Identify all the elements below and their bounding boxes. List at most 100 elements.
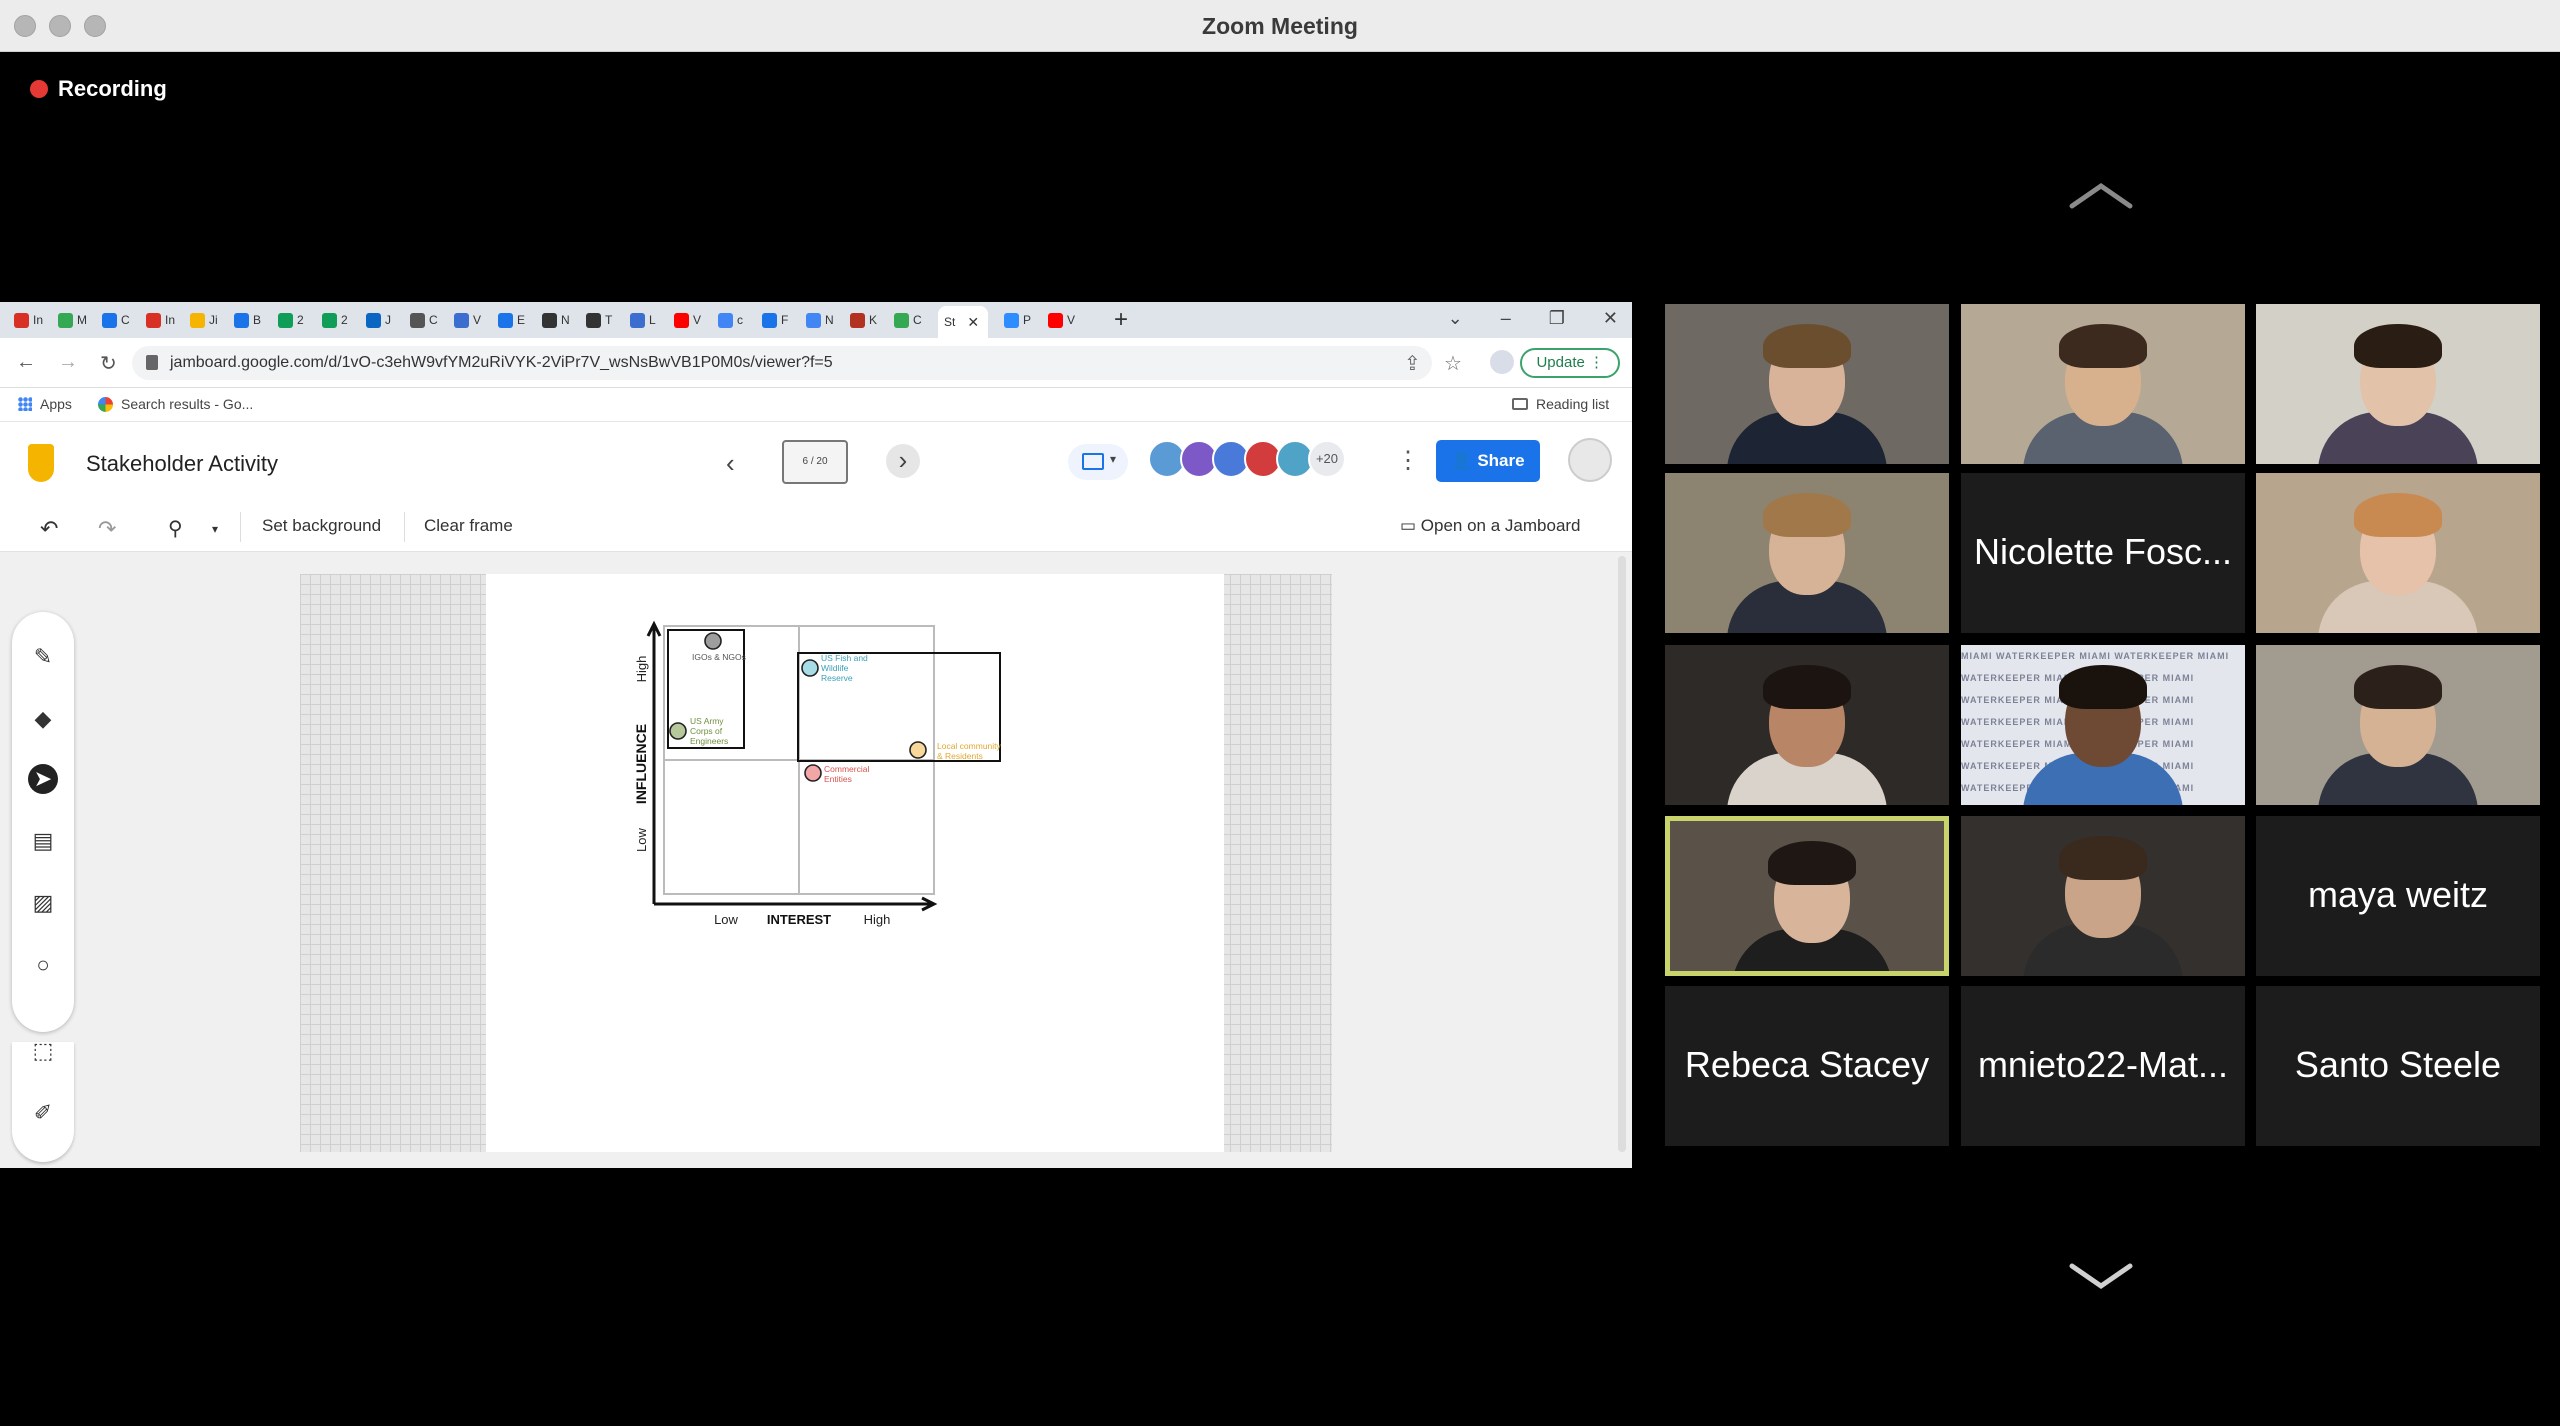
participant-name-tile[interactable]: maya weitz: [2256, 816, 2540, 976]
clear-frame-button[interactable]: Clear frame: [424, 516, 513, 536]
browser-tab[interactable]: M: [58, 307, 102, 333]
browser-tab[interactable]: L: [630, 307, 674, 333]
y-low-label: Low: [634, 827, 649, 851]
browser-tab[interactable]: K: [850, 307, 894, 333]
address-bar[interactable]: jamboard.google.com/d/1vO-c3ehW9vfYM2uRi…: [132, 346, 1432, 380]
browser-tab[interactable]: T: [586, 307, 630, 333]
bookmark-star-icon[interactable]: ☆: [1444, 351, 1462, 376]
sticky-note-icon[interactable]: ▤: [28, 826, 58, 856]
x-high-label: High: [864, 912, 891, 927]
participant-video-tile[interactable]: [1961, 816, 2245, 976]
gallery-scroll-down-icon[interactable]: [2066, 1256, 2136, 1296]
back-icon[interactable]: ←: [16, 351, 36, 376]
forward-icon[interactable]: →: [58, 351, 78, 376]
browser-tab[interactable]: In: [14, 307, 58, 333]
participant-video-tile[interactable]: [1665, 304, 1949, 464]
participant-video-tile[interactable]: MIAMI WATERKEEPER MIAMI WATERKEEPER MIAM…: [1961, 645, 2245, 805]
browser-tab[interactable]: V: [454, 307, 498, 333]
participant-name-tile[interactable]: mnieto22-Mat...: [1961, 986, 2245, 1146]
participant-video-tile[interactable]: [1665, 473, 1949, 633]
tab-title: M: [77, 313, 87, 327]
present-button[interactable]: ▾: [1068, 444, 1128, 480]
jam-frame: INFLUENCE High Low Low INTEREST High IGOs & NG…: [486, 574, 1224, 1152]
browser-tab[interactable]: Ji: [190, 307, 234, 333]
reload-icon[interactable]: ↻: [100, 351, 117, 376]
laser-icon[interactable]: ✐: [28, 1098, 58, 1128]
recording-dot-icon: [30, 80, 48, 98]
share-page-icon[interactable]: ⇪: [1404, 351, 1421, 376]
select-pointer-icon[interactable]: ➤: [28, 764, 58, 794]
participant-name-tile[interactable]: Rebeca Stacey: [1665, 986, 1949, 1146]
participant-hair: [2059, 324, 2147, 368]
browser-tab[interactable]: J: [366, 307, 410, 333]
participant-video-tile[interactable]: [1961, 304, 2245, 464]
account-avatar[interactable]: [1568, 438, 1612, 482]
browser-tab[interactable]: P: [1004, 307, 1048, 333]
apps-grid-icon: [18, 397, 32, 411]
stakeholder-label: Wildlife: [821, 663, 849, 673]
participant-video-tile[interactable]: [1665, 816, 1949, 976]
undo-icon[interactable]: ↶: [40, 516, 58, 542]
participant-hair: [2354, 665, 2442, 709]
open-on-jamboard-button[interactable]: ▭ Open on a Jamboard: [1400, 516, 1581, 536]
bookmark-apps[interactable]: Apps: [18, 396, 72, 412]
browser-tab[interactable]: B: [234, 307, 278, 333]
canvas-scrollbar[interactable]: [1618, 556, 1626, 1152]
browser-tab[interactable]: V: [1048, 307, 1092, 333]
close-browser-icon[interactable]: ✕: [1603, 308, 1618, 329]
reading-list-button[interactable]: Reading list: [1512, 396, 1609, 412]
next-frame-icon[interactable]: ›: [886, 444, 920, 478]
eraser-icon[interactable]: ◆: [28, 704, 58, 734]
close-tab-icon[interactable]: ✕: [967, 314, 979, 331]
circle-shape-icon[interactable]: ○: [28, 950, 58, 980]
tab-favicon-icon: [58, 312, 73, 328]
browser-tab[interactable]: E: [498, 307, 542, 333]
previous-frame-icon[interactable]: ‹: [726, 448, 735, 479]
zoom-icon[interactable]: ⚲: [168, 516, 183, 541]
browser-tab[interactable]: C: [894, 307, 938, 333]
browser-tab[interactable]: 2: [278, 307, 322, 333]
browser-tab-active[interactable]: St ✕: [938, 306, 988, 338]
share-button[interactable]: 👤 Share: [1436, 440, 1540, 482]
tab-title: T: [605, 313, 613, 327]
minimize-icon[interactable]: –: [1501, 308, 1511, 329]
redo-icon[interactable]: ↷: [98, 516, 116, 542]
participant-name-tile[interactable]: Santo Steele: [2256, 986, 2540, 1146]
set-background-button[interactable]: Set background: [262, 516, 381, 536]
participant-video-tile[interactable]: [2256, 645, 2540, 805]
browser-tab[interactable]: c: [718, 307, 762, 333]
active-tab-title: St: [944, 315, 956, 329]
participant-name: Santo Steele: [2294, 1044, 2502, 1085]
participant-video-tile[interactable]: [1665, 645, 1949, 805]
participant-video-tile[interactable]: [2256, 473, 2540, 633]
tab-search-icon[interactable]: ⌄: [1448, 308, 1463, 329]
tab-favicon-icon: [1048, 312, 1063, 328]
pen-icon[interactable]: ✎: [28, 642, 58, 672]
image-icon[interactable]: ▨: [28, 888, 58, 918]
frame-bar-toggle[interactable]: 6 / 20: [782, 440, 848, 484]
zoom-dropdown-icon[interactable]: ▾: [212, 522, 218, 536]
browser-tab[interactable]: 2: [322, 307, 366, 333]
stakeholder-label: IGOs & NGOs: [692, 652, 746, 662]
browser-tab[interactable]: V: [674, 307, 718, 333]
participant-name-tile[interactable]: Nicolette Fosc...: [1961, 473, 2245, 633]
share-person-icon: 👤: [1451, 451, 1473, 470]
profile-icon[interactable]: [1490, 350, 1514, 374]
bookmark-search-results[interactable]: Search results - Go...: [98, 396, 253, 412]
browser-tab[interactable]: C: [410, 307, 454, 333]
participant-video-tile[interactable]: [2256, 304, 2540, 464]
restore-icon[interactable]: ❐: [1549, 308, 1565, 329]
browser-tab[interactable]: N: [542, 307, 586, 333]
browser-tab[interactable]: C: [102, 307, 146, 333]
stakeholder-marker: [801, 659, 819, 677]
gallery-scroll-up-icon[interactable]: [2066, 176, 2136, 216]
more-collaborators-badge[interactable]: +20: [1308, 440, 1346, 478]
more-options-icon[interactable]: ⋮: [1396, 446, 1420, 475]
browser-tab[interactable]: F: [762, 307, 806, 333]
browser-tab[interactable]: N: [806, 307, 850, 333]
browser-tab[interactable]: In: [146, 307, 190, 333]
text-box-icon[interactable]: ⬚: [28, 1036, 58, 1066]
update-button[interactable]: Update ⋮: [1520, 348, 1620, 378]
jam-title[interactable]: Stakeholder Activity: [86, 451, 278, 477]
new-tab-button[interactable]: +: [1114, 306, 1128, 334]
